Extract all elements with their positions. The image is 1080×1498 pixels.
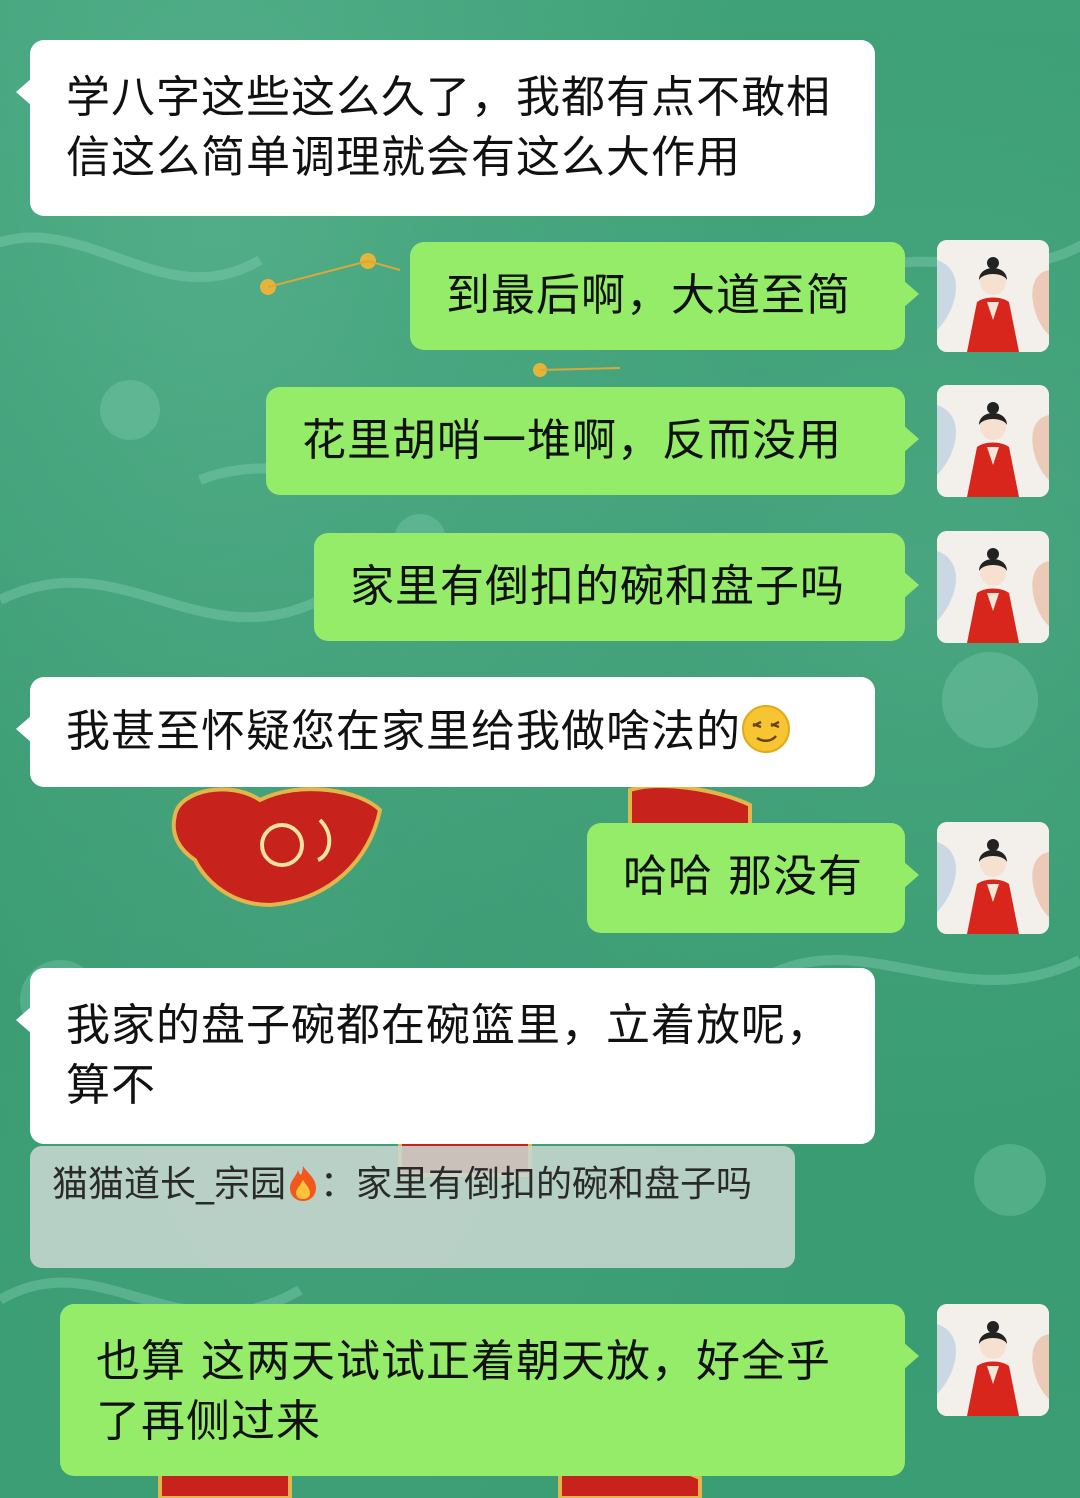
message-text: 学八字这些这么久了，我都有点不敢相信这么简单调理就会有这么大作用 xyxy=(66,72,831,183)
user-avatar-icon xyxy=(937,1304,1049,1416)
avatar[interactable] xyxy=(937,240,1049,352)
avatar[interactable] xyxy=(937,385,1049,497)
avatar[interactable] xyxy=(937,531,1049,643)
message-text: 我甚至怀疑您在家里给我做啥法的 xyxy=(66,706,741,757)
message-text: 也算 这两天试试正着朝天放，好全乎了再侧过来 xyxy=(96,1336,831,1447)
message-bubble-incoming[interactable]: 我家的盘子碗都在碗篮里，立着放呢，算不 xyxy=(16,968,875,1144)
message-bubble-outgoing[interactable]: 家里有倒扣的碗和盘子吗 xyxy=(314,533,919,641)
message-bubble-incoming[interactable]: 学八字这些这么久了，我都有点不敢相信这么简单调理就会有这么大作用 xyxy=(16,40,875,216)
message-bubble-outgoing[interactable]: 也算 这两天试试正着朝天放，好全乎了再侧过来 xyxy=(60,1304,919,1476)
message-bubble-outgoing[interactable]: 哈哈 那没有 xyxy=(587,823,919,933)
smirk-emoji-icon xyxy=(742,705,790,753)
message-text: 花里胡哨一堆啊，反而没用 xyxy=(302,415,842,466)
quote-separator: ： xyxy=(320,1164,357,1205)
message-text: 哈哈 那没有 xyxy=(623,851,863,902)
user-avatar-icon xyxy=(937,385,1049,497)
quote-author: 猫猫道长_宗园 xyxy=(52,1164,287,1205)
message-bubble-outgoing[interactable]: 到最后啊，大道至简 xyxy=(410,242,919,350)
message-bubble-outgoing[interactable]: 花里胡哨一堆啊，反而没用 xyxy=(266,387,919,495)
message-text: 家里有倒扣的碗和盘子吗 xyxy=(350,561,845,612)
quoted-message[interactable]: 猫猫道长_宗园 ：家里有倒扣的碗和盘子吗 xyxy=(30,1146,795,1268)
avatar[interactable] xyxy=(937,1304,1049,1416)
quote-text: 家里有倒扣的碗和盘子吗 xyxy=(356,1164,753,1205)
user-avatar-icon xyxy=(937,822,1049,934)
fire-icon xyxy=(290,1166,317,1201)
avatar[interactable] xyxy=(937,822,1049,934)
message-text: 我家的盘子碗都在碗篮里，立着放呢，算不 xyxy=(66,1000,831,1111)
message-text: 到最后啊，大道至简 xyxy=(446,270,851,321)
message-bubble-incoming[interactable]: 我甚至怀疑您在家里给我做啥法的 xyxy=(16,677,875,787)
user-avatar-icon xyxy=(937,240,1049,352)
user-avatar-icon xyxy=(937,531,1049,643)
